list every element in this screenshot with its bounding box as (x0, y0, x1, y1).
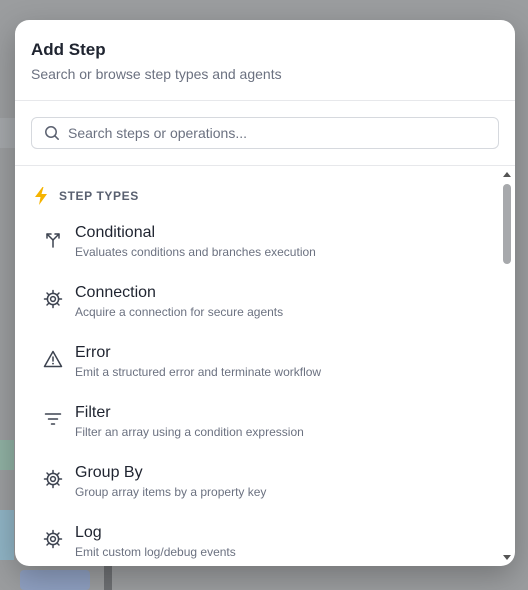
gear-icon (43, 289, 63, 309)
step-item-log[interactable]: Log Emit custom log/debug events (15, 511, 515, 566)
step-description: Filter an array using a condition expres… (75, 425, 304, 439)
step-item-error[interactable]: Error Emit a structured error and termin… (15, 331, 515, 391)
branch-icon (46, 233, 60, 248)
step-name: Group By (75, 464, 143, 481)
search-section (15, 101, 515, 166)
step-item-group-by[interactable]: Group By Group array items by a property… (15, 451, 515, 511)
scrollbar[interactable] (502, 166, 512, 566)
scroll-down-arrow-icon[interactable] (503, 555, 511, 560)
gear-icon (43, 469, 63, 489)
search-box[interactable] (31, 117, 499, 149)
step-item-conditional[interactable]: Conditional Evaluates conditions and bra… (15, 211, 515, 271)
add-step-dialog: Add Step Search or browse step types and… (15, 20, 515, 566)
section-header-step-types: STEP TYPES (15, 181, 515, 211)
filter-icon (44, 413, 62, 425)
step-name: Log (75, 524, 102, 541)
dialog-title: Add Step (31, 40, 106, 59)
step-name: Conditional (75, 224, 156, 241)
step-description: Acquire a connection for secure agents (75, 305, 284, 319)
scroll-up-arrow-icon[interactable] (503, 172, 511, 177)
dialog-header: Add Step Search or browse step types and… (15, 20, 515, 101)
step-description: Group array items by a property key (75, 485, 267, 499)
lightning-icon (35, 187, 47, 205)
step-item-filter[interactable]: Filter Filter an array using a condition… (15, 391, 515, 451)
dialog-subtitle: Search or browse step types and agents (31, 66, 282, 82)
step-description: Emit a structured error and terminate wo… (75, 365, 322, 379)
step-list[interactable]: STEP TYPES Conditional Evaluates conditi… (15, 166, 515, 566)
search-input[interactable] (68, 125, 468, 141)
background-app (20, 570, 90, 590)
search-icon (45, 126, 59, 140)
step-description: Emit custom log/debug events (75, 545, 236, 559)
step-name: Filter (75, 404, 111, 421)
step-item-connection[interactable]: Connection Acquire a connection for secu… (15, 271, 515, 331)
step-description: Evaluates conditions and branches execut… (75, 245, 316, 259)
warning-icon (43, 350, 63, 368)
section-label: STEP TYPES (59, 189, 139, 203)
step-name: Connection (75, 284, 156, 301)
background-app (0, 440, 14, 470)
step-name: Error (75, 344, 111, 361)
gear-icon (43, 529, 63, 549)
background-app (0, 510, 14, 560)
scroll-thumb[interactable] (503, 184, 511, 264)
